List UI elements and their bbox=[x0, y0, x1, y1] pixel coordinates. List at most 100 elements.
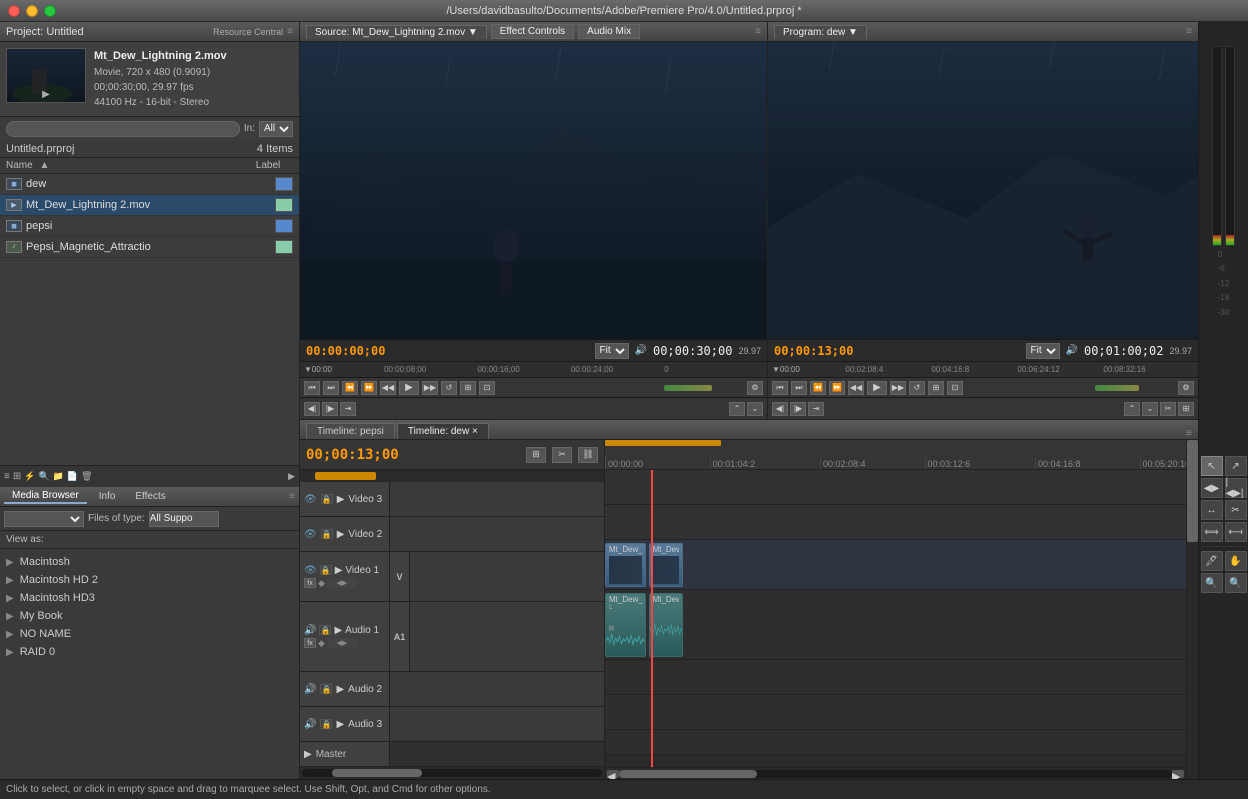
list-item[interactable]: ◼ dew bbox=[0, 174, 299, 195]
folder-btn[interactable]: 📁 bbox=[53, 471, 64, 482]
timeline-clips-scrollbar[interactable]: ◀ ▶ bbox=[605, 767, 1186, 779]
tab-effects[interactable]: Effects bbox=[127, 490, 173, 503]
razor-tool-btn[interactable]: ✂ bbox=[1225, 500, 1247, 520]
scrollbar-thumb[interactable] bbox=[332, 769, 422, 777]
panel-menu-icon[interactable]: ≡ bbox=[287, 26, 293, 37]
tab-media-browser[interactable]: Media Browser bbox=[4, 489, 87, 504]
clips-scroll-thumb[interactable] bbox=[619, 770, 757, 778]
slip-tool-btn[interactable]: ⟺ bbox=[1201, 522, 1223, 542]
effect-controls-tab[interactable]: Effect Controls bbox=[491, 24, 574, 39]
lock-icon-v3[interactable]: 🔒 bbox=[321, 494, 333, 504]
list-item[interactable]: ♪ Pepsi_Magnetic_Attractio bbox=[0, 237, 299, 258]
program-panel-menu[interactable]: ≡ bbox=[1186, 26, 1192, 37]
v3-expand[interactable]: ▶ bbox=[337, 494, 345, 505]
program-timecode-in[interactable]: 00;00:13;00 bbox=[774, 344, 853, 358]
ins-overwrite-btn[interactable]: ⇥ bbox=[340, 402, 356, 416]
razor-btn[interactable]: ✂ bbox=[552, 447, 572, 463]
list-item[interactable]: ▶ Macintosh bbox=[0, 553, 299, 571]
a1-expand[interactable]: ▶ bbox=[334, 625, 342, 636]
rolling-edit-btn[interactable]: |◀▶| bbox=[1225, 478, 1247, 498]
prog-play[interactable]: ▶ bbox=[867, 381, 887, 395]
speaker-icon-a1[interactable]: 🔊 bbox=[304, 625, 316, 636]
list-item[interactable]: ▶ Macintosh HD3 bbox=[0, 589, 299, 607]
speaker-icon-a2[interactable]: 🔊 bbox=[304, 684, 316, 695]
play-overlay[interactable]: ▶ bbox=[42, 89, 50, 100]
eye-icon-v1[interactable]: 👁 bbox=[304, 565, 317, 576]
list-item[interactable]: ▶ My Book bbox=[0, 607, 299, 625]
lock-icon-a1[interactable]: 🔒 bbox=[319, 625, 331, 635]
fx-icon-v1[interactable]: fx bbox=[304, 578, 316, 588]
selection-tool-btn[interactable]: ↖ bbox=[1201, 456, 1223, 476]
keyframe-nav-a1[interactable]: ◀▶ bbox=[327, 638, 357, 648]
prog-mark-out[interactable]: ⏩ bbox=[829, 381, 845, 395]
prog-ff[interactable]: ▶▶ bbox=[890, 381, 906, 395]
program-tab[interactable]: Program: dew ▼ bbox=[774, 25, 867, 39]
scroll-left-btn[interactable]: ◀ bbox=[607, 770, 619, 778]
v1-expand[interactable]: ▶ bbox=[335, 565, 343, 576]
media-panel-menu[interactable]: ≡ bbox=[289, 491, 295, 502]
timeline-tab-pepsi[interactable]: Timeline: pepsi bbox=[306, 423, 395, 439]
source-fit-select[interactable]: Fit bbox=[595, 343, 629, 359]
pen-tool-btn[interactable]: 🖊 bbox=[1201, 551, 1223, 571]
prog-step-fwd[interactable]: ⏭ bbox=[791, 381, 807, 395]
clip-video1-1[interactable]: Mt_Dew_L bbox=[605, 543, 646, 587]
new-item-btn[interactable]: 📄 bbox=[67, 471, 78, 482]
play-btn[interactable]: ▶ bbox=[399, 381, 419, 395]
ff-btn[interactable]: ▶▶ bbox=[422, 381, 438, 395]
prog-lift[interactable]: ⌃ bbox=[1124, 402, 1140, 416]
prog-trim[interactable]: ✂ bbox=[1160, 402, 1176, 416]
eye-icon-v2[interactable]: 👁 bbox=[304, 529, 317, 540]
delete-btn[interactable]: 🗑 bbox=[81, 471, 92, 482]
audio-mix-tab[interactable]: Audio Mix bbox=[578, 24, 640, 39]
mark-out-btn[interactable]: ⏩ bbox=[361, 381, 377, 395]
timeline-h-scrollbar[interactable] bbox=[300, 767, 604, 779]
zoom-tool-btn[interactable]: 🔍 bbox=[1201, 573, 1223, 593]
timeline-tab-dew[interactable]: Timeline: dew × bbox=[397, 423, 489, 439]
timeline-v-thumb[interactable] bbox=[1187, 440, 1198, 542]
resource-central-tab[interactable]: Resource Central bbox=[213, 27, 283, 37]
lift-extract-btn[interactable]: ⌃ bbox=[729, 402, 745, 416]
close-button[interactable] bbox=[8, 5, 20, 17]
minimize-button[interactable] bbox=[26, 5, 38, 17]
list-view-btn[interactable]: ≡ bbox=[4, 471, 10, 482]
automate-btn[interactable]: ⚡ bbox=[24, 471, 35, 482]
tab-info[interactable]: Info bbox=[91, 490, 124, 503]
settings-btn[interactable]: ⚙ bbox=[747, 381, 763, 395]
safe-margins-btn[interactable]: ⊞ bbox=[460, 381, 476, 395]
slide-tool-btn[interactable]: ⟻ bbox=[1225, 522, 1247, 542]
source-tab[interactable]: Source: Mt_Dew_Lightning 2.mov ▼ bbox=[306, 25, 487, 39]
lock-icon-a2[interactable]: 🔒 bbox=[320, 684, 332, 694]
speaker-icon-a3[interactable]: 🔊 bbox=[304, 719, 316, 730]
master-expand[interactable]: ▶ bbox=[304, 749, 312, 760]
output-btn[interactable]: ⊡ bbox=[479, 381, 495, 395]
fx-icon-a1[interactable]: fx bbox=[304, 638, 316, 648]
clip-audio1-2[interactable]: Mt_Dew_L bbox=[649, 593, 684, 657]
track-select-btn[interactable]: ↗ bbox=[1225, 456, 1247, 476]
snap-btn[interactable]: ⊞ bbox=[526, 447, 546, 463]
loop-btn[interactable]: ↺ bbox=[441, 381, 457, 395]
prog-mark-in[interactable]: ⏪ bbox=[810, 381, 826, 395]
timeline-current-timecode[interactable]: 00;00:13;00 bbox=[306, 447, 399, 463]
rate-stretch-btn[interactable]: ↔ bbox=[1201, 500, 1223, 520]
list-item[interactable]: ▶ Macintosh HD 2 bbox=[0, 571, 299, 589]
prog-extract[interactable]: ⌄ bbox=[1142, 402, 1158, 416]
icon-view-btn[interactable]: ⊞ bbox=[13, 471, 21, 482]
work-area-range[interactable] bbox=[605, 440, 721, 446]
hand-tool-btn[interactable]: ✋ bbox=[1225, 551, 1247, 571]
maximize-button[interactable] bbox=[44, 5, 56, 17]
in-select[interactable]: All bbox=[259, 121, 293, 137]
clip-audio1-1[interactable]: Mt_Dew_L L R bbox=[605, 593, 646, 657]
prog-prev-edit[interactable]: ◀| bbox=[772, 402, 788, 416]
prog-loop[interactable]: ↺ bbox=[909, 381, 925, 395]
keyframe-nav-v1[interactable]: ◀▶ bbox=[327, 578, 357, 588]
prog-rewind[interactable]: ◀◀ bbox=[848, 381, 864, 395]
prog-settings[interactable]: ⚙ bbox=[1178, 381, 1194, 395]
prog-grid[interactable]: ⊞ bbox=[1178, 402, 1194, 416]
a3-expand[interactable]: ▶ bbox=[336, 719, 344, 730]
step-fwd-btn[interactable]: ⏭ bbox=[323, 381, 339, 395]
program-fit-select[interactable]: Fit bbox=[1026, 343, 1060, 359]
zoom-out-btn[interactable]: 🔍 bbox=[1225, 573, 1247, 593]
panel-settings-btn[interactable]: ▶ bbox=[288, 471, 295, 482]
a2-expand[interactable]: ▶ bbox=[336, 684, 344, 695]
overwrite-btn[interactable]: ⌄ bbox=[747, 402, 763, 416]
